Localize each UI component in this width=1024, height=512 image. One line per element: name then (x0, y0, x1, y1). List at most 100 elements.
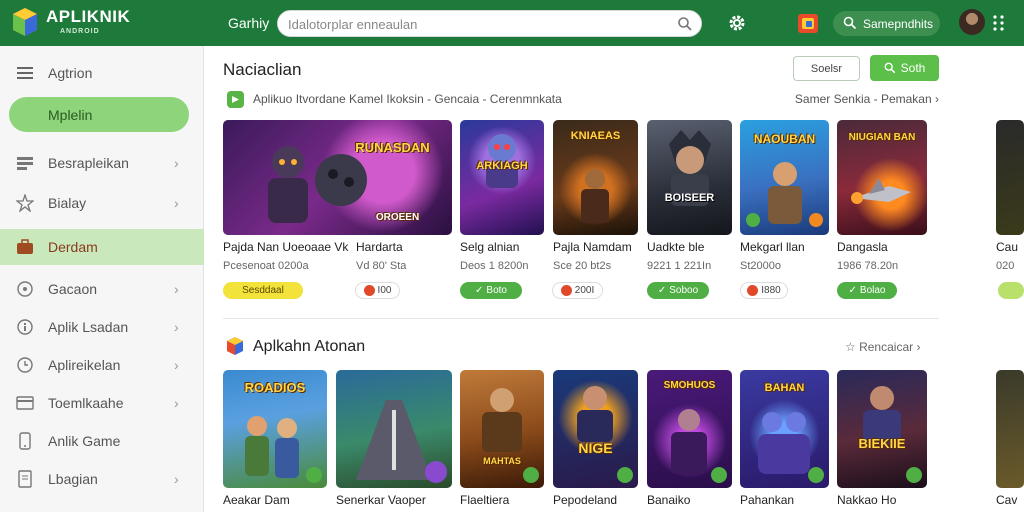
app-thumbnail[interactable]: MAHTAS (460, 370, 544, 488)
app-card[interactable]: RUNASDAN OROEEN Pajda Nan Uoeoaae Vk Pce… (223, 120, 452, 299)
character-art-icon (581, 169, 609, 223)
sidebar-item-categories[interactable]: Besrapleikan › (0, 145, 204, 181)
app-thumbnail-peek[interactable] (996, 370, 1024, 488)
character-art-icon (486, 134, 518, 188)
app-name[interactable]: Cau (996, 240, 1018, 254)
play-icon[interactable] (306, 467, 322, 483)
app-badge[interactable]: ✓ Soboo (647, 282, 709, 299)
thumb-title: ARKIAGH (476, 160, 528, 172)
app-badge-label: Soboo (669, 285, 699, 296)
gear-icon[interactable] (727, 13, 747, 33)
sidebar-item-home[interactable]: Mplelin (9, 97, 189, 132)
app-badge[interactable]: I00 (355, 282, 400, 299)
app-thumbnail-peek[interactable] (996, 120, 1024, 235)
sidebar-item-explore[interactable]: Gacaon › (0, 271, 204, 307)
app-name[interactable]: Hardarta (356, 240, 403, 254)
section-more-link[interactable]: ☆ Rencaicar › (845, 340, 920, 354)
signin-label: Samepndhits (863, 16, 934, 31)
search-icon (884, 62, 895, 74)
search-bar[interactable] (277, 10, 702, 37)
app-name[interactable]: Pajla Namdam (553, 240, 632, 254)
chevron-right-icon: › (174, 281, 179, 297)
sidebar-item-help[interactable]: Lbagian › (0, 461, 204, 497)
brand-title[interactable]: APLIKNIK (46, 7, 130, 27)
brand-subtitle: ANDROID (60, 28, 100, 35)
sidebar-item-games[interactable]: Derdam (0, 229, 204, 265)
app-thumbnail[interactable]: NIGE (553, 370, 638, 488)
sidebar-item-label: Aplik Lsadan (48, 319, 129, 335)
app-name[interactable]: Senerkar Vaoper (336, 493, 426, 507)
character-art-icon (768, 162, 802, 224)
play-icon[interactable] (523, 467, 539, 483)
section-divider (223, 318, 939, 319)
app-name[interactable]: Nakkao Ho (837, 493, 896, 507)
app-name[interactable]: Uadkte ble (647, 240, 704, 254)
section-title: Aplkahn Atonan (253, 338, 366, 355)
app-name[interactable]: Cav (996, 493, 1017, 507)
app-name[interactable]: Selg alnian (460, 240, 519, 254)
apps-grid-icon[interactable] (992, 13, 1006, 33)
store-icon[interactable] (796, 11, 820, 35)
search-input[interactable] (288, 15, 668, 33)
app-badge[interactable]: I880 (740, 282, 788, 299)
check-icon (746, 213, 760, 227)
app-card[interactable]: BOISEER (647, 120, 732, 235)
thumb-title: MAHTAS (483, 456, 521, 466)
play-icon[interactable] (906, 467, 922, 483)
app-thumbnail[interactable]: ROADIOS (223, 370, 327, 488)
chevron-right-icon: › (174, 395, 179, 411)
app-thumbnail[interactable] (336, 370, 452, 488)
app-badge[interactable]: ✓ Boto (460, 282, 522, 299)
sidebar-item-label: Lbagian (48, 471, 98, 487)
play-icon[interactable] (808, 467, 824, 483)
signin-button[interactable]: Samepndhits (833, 11, 940, 36)
sidebar-item-game[interactable]: Anlik Game (0, 423, 204, 459)
app-name[interactable]: Dangasla (837, 240, 888, 254)
sidebar-item-recent[interactable]: Aplireikelan › (0, 347, 204, 383)
search-button[interactable]: Soth (870, 55, 939, 81)
app-thumbnail[interactable]: BIEKIIE (837, 370, 927, 488)
app-thumbnail[interactable]: NAOUBAN (740, 120, 829, 235)
app-badge-label: I00 (377, 285, 392, 296)
app-name[interactable]: Aeakar Dam (223, 493, 290, 507)
sidebar-item-top[interactable]: Toemlkaahe › (0, 385, 204, 421)
play-icon[interactable] (711, 467, 727, 483)
app-card[interactable]: ARKIAGH (460, 120, 544, 235)
play-icon[interactable] (425, 461, 447, 483)
app-card[interactable]: NAOUBAN (740, 120, 829, 235)
sidebar-item-apps[interactable]: Aplik Lsadan › (0, 309, 204, 345)
app-thumbnail[interactable]: ARKIAGH (460, 120, 544, 235)
app-thumbnail[interactable]: KNIAEAS (553, 120, 638, 235)
sidebar-item-label: Agtrion (48, 65, 93, 81)
play-icon[interactable] (617, 467, 633, 483)
app-card[interactable]: KNIAEAS (553, 120, 638, 235)
app-name[interactable]: Mekgarl llan (740, 240, 805, 254)
app-logo-icon[interactable] (10, 6, 40, 38)
app-badge-peek[interactable] (998, 282, 1024, 299)
menu-label[interactable]: Garhiy (228, 15, 269, 31)
sidebar-item-label: Anlik Game (48, 433, 121, 449)
avatar[interactable] (959, 9, 985, 35)
app-name[interactable]: Pahankan (740, 493, 794, 507)
thumb-title: SMOHUOS (663, 380, 716, 391)
sidebar-item-popular[interactable]: Bialay › (0, 185, 204, 221)
app-badge[interactable]: ✓ Bolao (837, 282, 897, 299)
filter-button[interactable]: Soelsr (793, 56, 860, 81)
app-card[interactable]: NIUGIAN BAN (837, 120, 927, 235)
app-thumbnail[interactable]: RUNASDAN OROEEN (223, 120, 452, 235)
app-name[interactable]: Banaiko (647, 493, 690, 507)
app-thumbnail[interactable]: BAHAN (740, 370, 829, 488)
app-badge[interactable]: 200I (552, 282, 603, 299)
app-name[interactable]: Pajda Nan Uoeoaae Vk (223, 240, 348, 254)
app-thumbnail[interactable]: SMOHUOS (647, 370, 732, 488)
app-thumbnail[interactable]: NIUGIAN BAN (837, 120, 927, 235)
app-thumbnail[interactable]: BOISEER (647, 120, 732, 235)
app-name[interactable]: Pepodeland (553, 493, 617, 507)
road-art-icon (356, 400, 432, 480)
search-icon[interactable] (677, 16, 693, 32)
sidebar-item-menu[interactable]: Agtrion (0, 55, 204, 91)
app-badge[interactable]: Sesddaal (223, 282, 303, 299)
app-name[interactable]: Flaeltiera (460, 493, 509, 507)
section-see-more-link[interactable]: Samer Senkia - Pemakan › (795, 92, 939, 106)
search-button-label: Soth (900, 61, 926, 75)
